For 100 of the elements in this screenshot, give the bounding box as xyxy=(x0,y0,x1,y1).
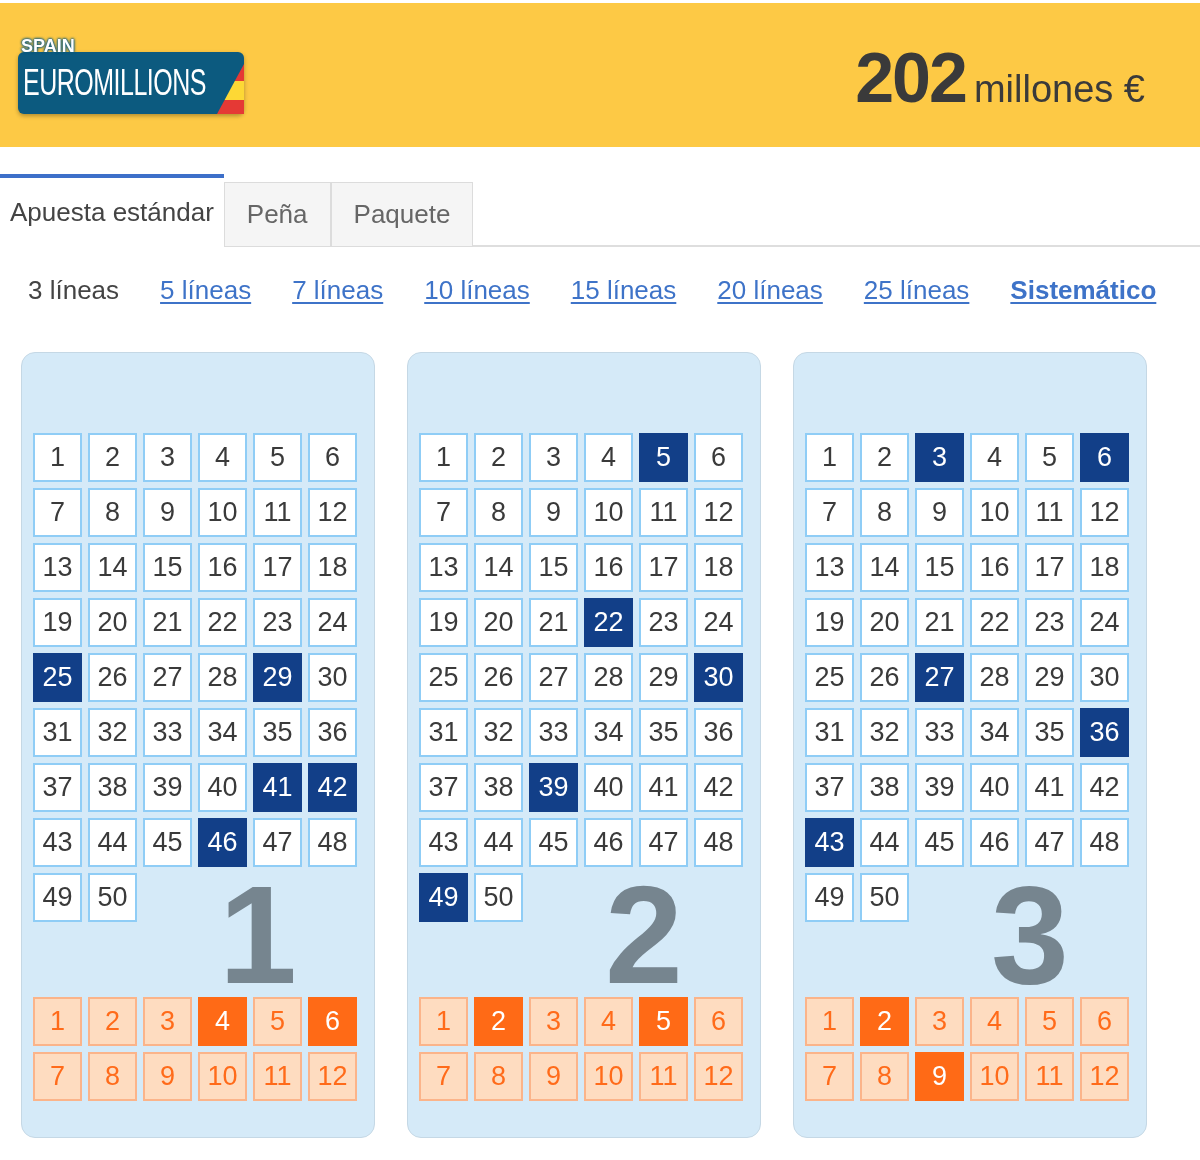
number-cell[interactable]: 1 xyxy=(33,433,82,482)
number-cell[interactable]: 8 xyxy=(474,488,523,537)
number-cell[interactable]: 47 xyxy=(1025,818,1074,867)
number-cell[interactable]: 44 xyxy=(474,818,523,867)
number-cell[interactable]: 4 xyxy=(198,433,247,482)
number-cell[interactable]: 40 xyxy=(198,763,247,812)
number-cell[interactable]: 22 xyxy=(198,598,247,647)
number-cell[interactable]: 42 xyxy=(308,763,357,812)
number-cell[interactable]: 46 xyxy=(198,818,247,867)
tab[interactable]: Peña xyxy=(223,182,331,247)
number-cell[interactable]: 3 xyxy=(915,433,964,482)
number-cell[interactable]: 24 xyxy=(694,598,743,647)
number-cell[interactable]: 40 xyxy=(970,763,1019,812)
number-cell[interactable]: 35 xyxy=(253,708,302,757)
number-cell[interactable]: 10 xyxy=(198,488,247,537)
number-cell[interactable]: 49 xyxy=(805,873,854,922)
number-cell[interactable]: 27 xyxy=(915,653,964,702)
number-cell[interactable]: 38 xyxy=(88,763,137,812)
number-cell[interactable]: 25 xyxy=(805,653,854,702)
number-cell[interactable]: 46 xyxy=(970,818,1019,867)
number-cell[interactable]: 45 xyxy=(915,818,964,867)
number-cell[interactable]: 10 xyxy=(584,488,633,537)
number-cell[interactable]: 43 xyxy=(805,818,854,867)
number-cell[interactable]: 2 xyxy=(474,433,523,482)
number-cell[interactable]: 39 xyxy=(529,763,578,812)
number-cell[interactable]: 43 xyxy=(33,818,82,867)
number-cell[interactable]: 31 xyxy=(33,708,82,757)
number-cell[interactable]: 28 xyxy=(584,653,633,702)
number-cell[interactable]: 8 xyxy=(88,488,137,537)
number-cell[interactable]: 34 xyxy=(198,708,247,757)
number-cell[interactable]: 14 xyxy=(860,543,909,592)
number-cell[interactable]: 32 xyxy=(474,708,523,757)
number-cell[interactable]: 25 xyxy=(33,653,82,702)
number-cell[interactable]: 35 xyxy=(1025,708,1074,757)
tab[interactable]: Paquete xyxy=(330,182,474,247)
number-cell[interactable]: 36 xyxy=(1080,708,1129,757)
number-cell[interactable]: 37 xyxy=(805,763,854,812)
number-cell[interactable]: 11 xyxy=(253,488,302,537)
number-cell[interactable]: 2 xyxy=(88,433,137,482)
number-cell[interactable]: 9 xyxy=(529,488,578,537)
number-cell[interactable]: 15 xyxy=(915,543,964,592)
number-cell[interactable]: 26 xyxy=(88,653,137,702)
line-option-link[interactable]: 10 líneas xyxy=(424,270,530,310)
number-cell[interactable]: 32 xyxy=(88,708,137,757)
number-cell[interactable]: 44 xyxy=(860,818,909,867)
number-cell[interactable]: 34 xyxy=(584,708,633,757)
number-cell[interactable]: 49 xyxy=(33,873,82,922)
number-cell[interactable]: 17 xyxy=(1025,543,1074,592)
number-cell[interactable]: 38 xyxy=(474,763,523,812)
number-cell[interactable]: 7 xyxy=(805,488,854,537)
number-cell[interactable]: 24 xyxy=(308,598,357,647)
number-cell[interactable]: 15 xyxy=(143,543,192,592)
line-option-link[interactable]: 5 líneas xyxy=(160,270,252,310)
number-cell[interactable]: 22 xyxy=(970,598,1019,647)
number-cell[interactable]: 5 xyxy=(253,433,302,482)
number-cell[interactable]: 18 xyxy=(1080,543,1129,592)
number-cell[interactable]: 25 xyxy=(419,653,468,702)
number-cell[interactable]: 23 xyxy=(253,598,302,647)
line-option[interactable]: 3 líneas xyxy=(28,270,120,310)
number-cell[interactable]: 3 xyxy=(143,433,192,482)
number-cell[interactable]: 37 xyxy=(419,763,468,812)
number-cell[interactable]: 44 xyxy=(88,818,137,867)
number-cell[interactable]: 11 xyxy=(1025,488,1074,537)
number-cell[interactable]: 13 xyxy=(419,543,468,592)
number-cell[interactable]: 6 xyxy=(1080,433,1129,482)
number-cell[interactable]: 10 xyxy=(970,488,1019,537)
number-cell[interactable]: 31 xyxy=(419,708,468,757)
number-cell[interactable]: 47 xyxy=(253,818,302,867)
number-cell[interactable]: 17 xyxy=(639,543,688,592)
number-cell[interactable]: 41 xyxy=(639,763,688,812)
number-cell[interactable]: 48 xyxy=(308,818,357,867)
number-cell[interactable]: 33 xyxy=(143,708,192,757)
number-cell[interactable]: 13 xyxy=(805,543,854,592)
number-cell[interactable]: 30 xyxy=(308,653,357,702)
number-cell[interactable]: 27 xyxy=(529,653,578,702)
number-cell[interactable]: 38 xyxy=(860,763,909,812)
number-cell[interactable]: 23 xyxy=(639,598,688,647)
number-cell[interactable]: 50 xyxy=(860,873,909,922)
number-cell[interactable]: 48 xyxy=(1080,818,1129,867)
number-cell[interactable]: 24 xyxy=(1080,598,1129,647)
number-cell[interactable]: 18 xyxy=(694,543,743,592)
number-cell[interactable]: 43 xyxy=(419,818,468,867)
number-cell[interactable]: 31 xyxy=(805,708,854,757)
number-cell[interactable]: 1 xyxy=(805,433,854,482)
line-option-link[interactable]: 15 líneas xyxy=(570,270,677,310)
number-cell[interactable]: 30 xyxy=(694,653,743,702)
number-cell[interactable]: 50 xyxy=(88,873,137,922)
line-option-link[interactable]: 20 líneas xyxy=(717,270,823,310)
line-option-link[interactable]: Sistemático xyxy=(1010,270,1157,310)
number-cell[interactable]: 42 xyxy=(694,763,743,812)
number-cell[interactable]: 11 xyxy=(639,488,688,537)
number-cell[interactable]: 33 xyxy=(915,708,964,757)
number-cell[interactable]: 28 xyxy=(970,653,1019,702)
number-cell[interactable]: 3 xyxy=(529,433,578,482)
number-cell[interactable]: 50 xyxy=(474,873,523,922)
number-cell[interactable]: 45 xyxy=(143,818,192,867)
number-cell[interactable]: 36 xyxy=(694,708,743,757)
number-cell[interactable]: 29 xyxy=(639,653,688,702)
number-cell[interactable]: 14 xyxy=(474,543,523,592)
number-cell[interactable]: 41 xyxy=(253,763,302,812)
